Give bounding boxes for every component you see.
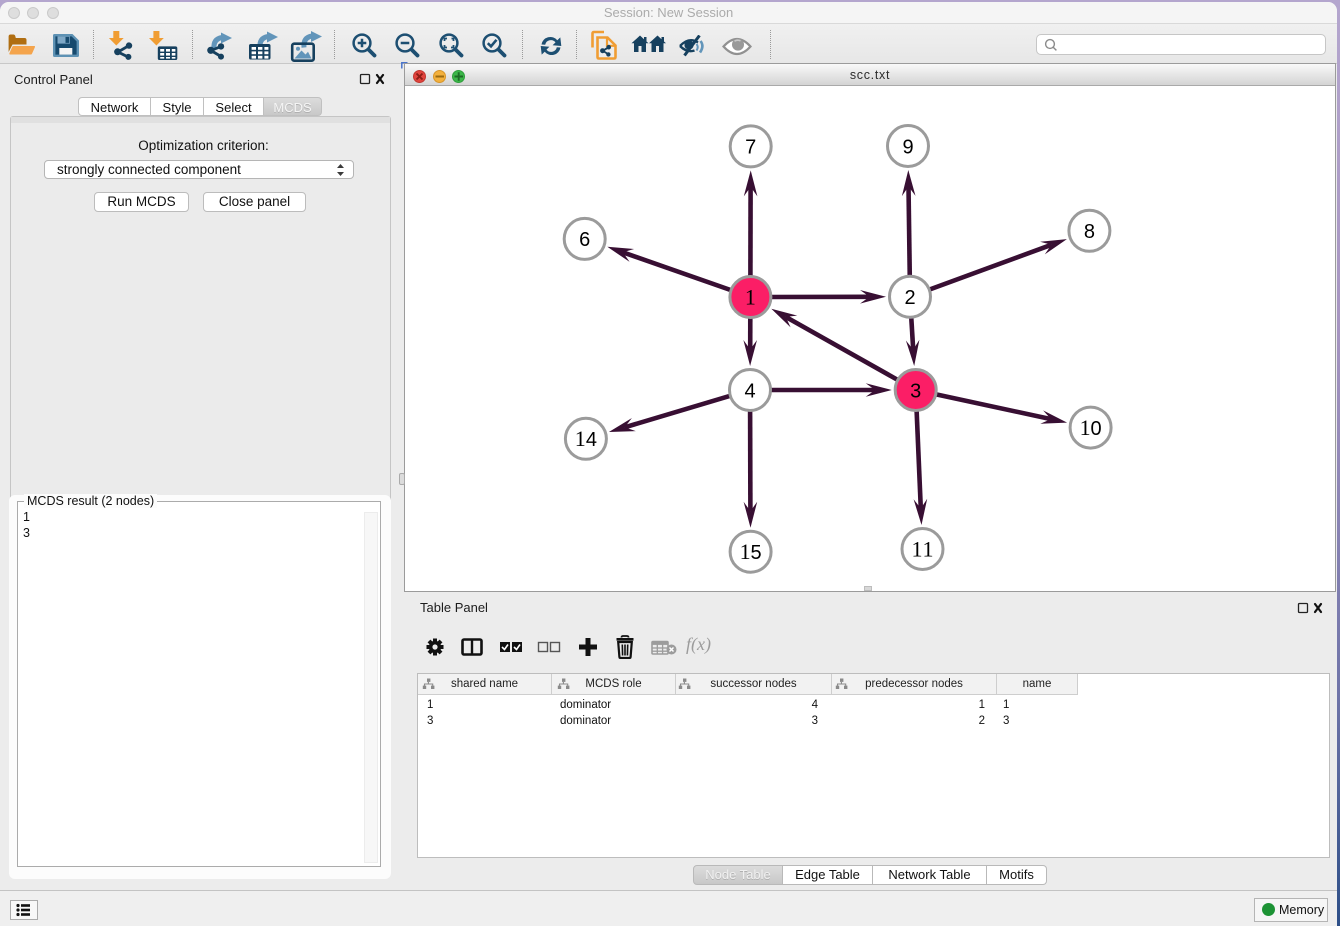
svg-text:1: 1 (575, 426, 586, 451)
svg-text:4: 4 (586, 429, 597, 451)
svg-text:7: 7 (745, 137, 756, 159)
svg-text:1: 1 (745, 284, 756, 309)
svg-text:4: 4 (744, 380, 755, 402)
svg-text:1: 1 (740, 539, 751, 564)
svg-text:2: 2 (904, 287, 915, 309)
svg-text:3: 3 (910, 380, 921, 402)
svg-text:0: 0 (1091, 418, 1102, 440)
svg-text:1: 1 (912, 536, 923, 561)
svg-text:5: 5 (751, 542, 762, 564)
svg-text:1: 1 (923, 536, 934, 561)
svg-text:6: 6 (579, 229, 590, 251)
svg-text:9: 9 (902, 136, 913, 158)
svg-text:1: 1 (1080, 415, 1091, 440)
svg-text:8: 8 (1084, 221, 1095, 243)
